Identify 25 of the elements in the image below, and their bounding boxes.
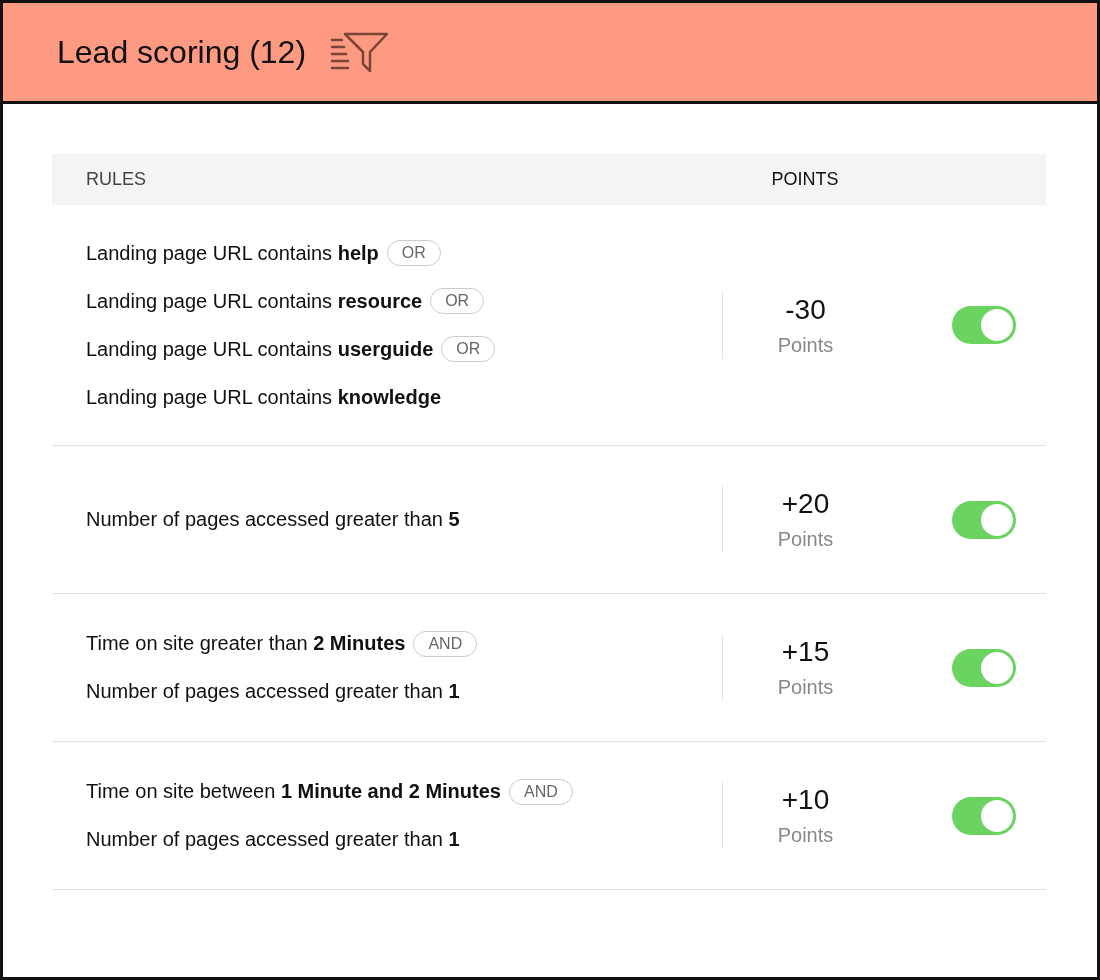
rule-condition: Landing page URL contains knowledge [86,385,442,409]
points-label: Points [777,824,834,847]
points-label: Points [777,333,834,357]
points-value: +10 [781,784,830,816]
toggle-switch[interactable] [952,500,1016,539]
rule-condition: Time on site between 1 Minute and 2 Minutes [86,780,501,803]
filter-icon[interactable] [330,30,391,74]
points-value: +15 [781,636,830,668]
toggle-switch[interactable] [952,796,1016,835]
rule-condition: Landing page URL contains resource [86,289,423,313]
rule-condition: Time on site greater than 2 Minutes [86,632,406,655]
rule-condition: Number of pages accessed greater than 1 [86,828,460,851]
rule-condition: Number of pages accessed greater than 1 [86,680,460,703]
points-value: -30 [785,293,826,326]
rule-condition: Landing page URL contains help [86,241,379,265]
points-label: Points [777,528,834,551]
rule-condition: Number of pages accessed greater than 5 [86,508,460,531]
column-header: POINTS [770,169,840,190]
points-label: Points [777,676,834,699]
points-value: +20 [781,488,830,520]
toggle-switch[interactable] [952,306,1016,344]
column-header: RULES [85,169,148,190]
toggle-switch[interactable] [952,648,1016,687]
page-title: Lead scoring (12) [57,33,307,71]
rule-condition: Landing page URL contains userguide [86,337,434,361]
